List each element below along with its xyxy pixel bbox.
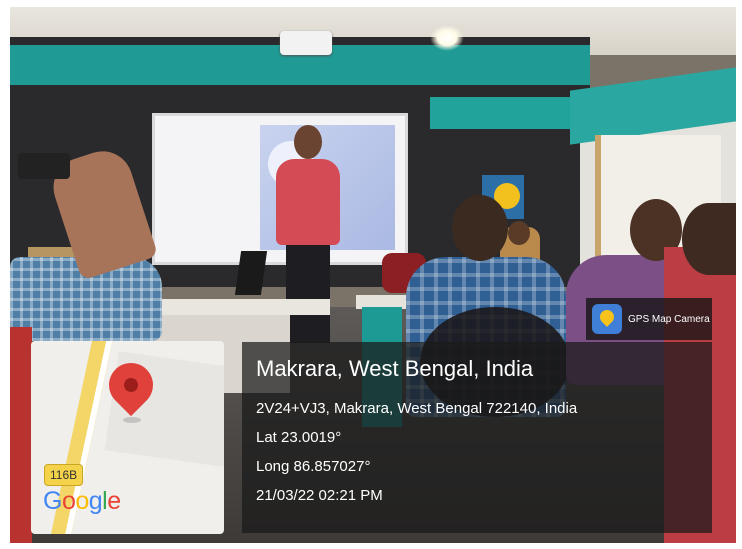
map-pin-dot — [124, 378, 138, 392]
location-title: Makrara, West Bengal, India — [256, 356, 534, 381]
gps-map-camera-badge: GPS Map Camera — [586, 298, 712, 340]
speaker-trousers — [286, 243, 330, 343]
map-pin-shadow — [123, 417, 141, 423]
location-longitude: Long 86.857027° — [256, 458, 371, 475]
gps-map-camera-icon — [592, 304, 622, 334]
laptop — [234, 251, 268, 295]
location-latitude: Lat 23.0019° — [256, 429, 342, 446]
google-logo: Google — [43, 487, 121, 515]
location-info-panel: Makrara, West Bengal, India 2V24+VJ3, Ma… — [242, 342, 712, 533]
location-datetime: 21/03/22 02:21 PM — [256, 487, 383, 504]
teal-wall-band-lower — [430, 97, 590, 129]
location-address: 2V24+VJ3, Makrara, West Bengal 722140, I… — [256, 400, 578, 417]
foreground-red-shirt — [10, 327, 32, 543]
attendee-back-head — [508, 221, 530, 245]
attendee-red-head — [682, 203, 736, 275]
map-thumbnail: 116B Google — [31, 341, 224, 534]
attendee-plaid-head — [452, 195, 508, 261]
route-label: 116B — [44, 464, 84, 486]
speaker-shirt — [276, 159, 340, 245]
speaker-head — [294, 125, 322, 159]
projector — [280, 31, 332, 55]
ceiling-light — [430, 25, 464, 51]
badge-label: GPS Map Camera — [628, 313, 710, 325]
phone — [18, 153, 70, 179]
